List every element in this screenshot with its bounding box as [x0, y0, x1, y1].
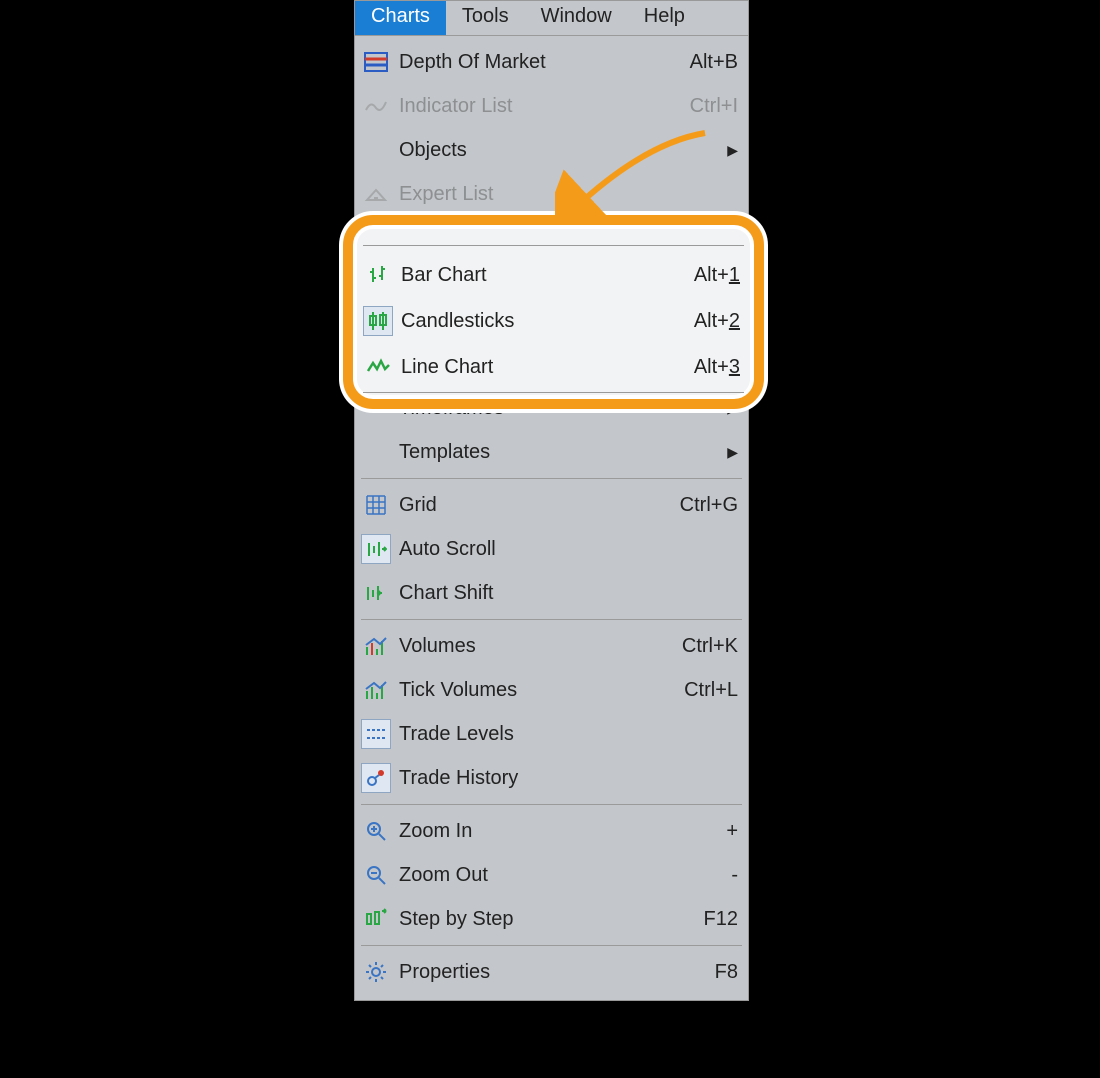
menu-item-label: Volumes	[391, 635, 670, 658]
annotation-highlight-box: Bar Chart Alt+1 Candlesticks Alt+2 Line …	[343, 215, 764, 409]
menu-item-label: Indicator List	[391, 95, 670, 118]
menu-separator	[361, 945, 742, 946]
menu-separator	[361, 804, 742, 805]
menu-item-zoom-out[interactable]: Zoom Out -	[355, 853, 748, 897]
submenu-arrow-icon: ▶	[718, 444, 738, 461]
menu-tab-tools[interactable]: Tools	[446, 1, 525, 35]
menu-tab-window[interactable]: Window	[525, 1, 628, 35]
menu-item-label: Properties	[391, 961, 670, 984]
menu-item-label: Auto Scroll	[391, 538, 670, 561]
menu-item-label: Tick Volumes	[391, 679, 670, 702]
menu-item-templates[interactable]: Templates ▶	[355, 430, 748, 474]
line-chart-icon	[363, 352, 393, 382]
menu-item-label: Depth Of Market	[391, 51, 670, 74]
menu-bar: Charts Tools Window Help	[355, 1, 748, 36]
menu-item-label: Objects	[391, 139, 718, 162]
menu-item-shortcut: Ctrl+K	[670, 635, 738, 658]
menu-item-expert-list: Expert List	[355, 172, 748, 216]
menu-separator	[361, 619, 742, 620]
menu-item-trade-levels[interactable]: Trade Levels	[355, 712, 748, 756]
candlesticks-icon	[363, 306, 393, 336]
menu-item-shortcut: Ctrl+L	[670, 679, 738, 702]
volumes-icon	[361, 631, 391, 661]
gear-icon	[361, 957, 391, 987]
menu-item-label: Chart Shift	[391, 582, 670, 605]
submenu-arrow-icon: ▶	[718, 142, 738, 159]
menu-item-shortcut: Alt+3	[672, 356, 740, 379]
blank-icon	[361, 437, 391, 467]
menu-item-indicator-list: Indicator List Ctrl+I	[355, 84, 748, 128]
zoom-out-icon	[361, 860, 391, 890]
menu-item-shortcut: Ctrl+G	[670, 494, 738, 517]
menu-item-label: Candlesticks	[393, 310, 672, 333]
menu-item-step-by-step[interactable]: Step by Step F12	[355, 897, 748, 941]
expert-list-icon	[361, 179, 391, 209]
menu-item-bar-chart[interactable]: Bar Chart Alt+1	[353, 252, 754, 298]
menu-separator	[361, 478, 742, 479]
trade-history-icon	[361, 763, 391, 793]
menu-separator	[363, 245, 744, 246]
menu-item-zoom-in[interactable]: Zoom In +	[355, 809, 748, 853]
menu-item-candlesticks[interactable]: Candlesticks Alt+2	[353, 298, 754, 344]
menu-item-shortcut: F8	[670, 961, 738, 984]
blank-icon	[361, 135, 391, 165]
zoom-in-icon	[361, 816, 391, 846]
menu-tab-help[interactable]: Help	[628, 1, 701, 35]
menu-item-label: Templates	[391, 441, 718, 464]
menu-separator	[363, 392, 744, 393]
step-by-step-icon	[361, 904, 391, 934]
charts-menu-panel: Charts Tools Window Help Depth Of Market…	[354, 0, 749, 1001]
menu-item-line-chart[interactable]: Line Chart Alt+3	[353, 344, 754, 390]
menu-item-label: Zoom In	[391, 820, 670, 843]
menu-item-shortcut: -	[670, 864, 738, 887]
menu-item-shortcut: Alt+2	[672, 310, 740, 333]
menu-item-shortcut: F12	[670, 908, 738, 931]
chart-shift-icon	[361, 578, 391, 608]
indicator-list-icon	[361, 91, 391, 121]
menu-item-auto-scroll[interactable]: Auto Scroll	[355, 527, 748, 571]
trade-levels-icon	[361, 719, 391, 749]
depth-of-market-icon	[361, 47, 391, 77]
menu-item-label: Bar Chart	[393, 264, 672, 287]
menu-item-properties[interactable]: Properties F8	[355, 950, 748, 994]
menu-item-shortcut: Alt+B	[670, 51, 738, 74]
menu-item-shortcut: Alt+1	[672, 264, 740, 287]
tick-volumes-icon	[361, 675, 391, 705]
menu-item-trade-history[interactable]: Trade History	[355, 756, 748, 800]
menu-item-label: Trade History	[391, 767, 670, 790]
menu-item-label: Zoom Out	[391, 864, 670, 887]
auto-scroll-icon	[361, 534, 391, 564]
menu-item-label: Line Chart	[393, 356, 672, 379]
menu-item-objects[interactable]: Objects ▶	[355, 128, 748, 172]
menu-item-volumes[interactable]: Volumes Ctrl+K	[355, 624, 748, 668]
menu-item-label: Grid	[391, 494, 670, 517]
grid-icon	[361, 490, 391, 520]
menu-item-tick-volumes[interactable]: Tick Volumes Ctrl+L	[355, 668, 748, 712]
menu-item-label: Expert List	[391, 183, 670, 206]
menu-item-label: Trade Levels	[391, 723, 670, 746]
menu-item-chart-shift[interactable]: Chart Shift	[355, 571, 748, 615]
bar-chart-icon	[363, 260, 393, 290]
menu-item-shortcut: +	[670, 820, 738, 843]
charts-dropdown: Depth Of Market Alt+B Indicator List Ctr…	[355, 36, 748, 1000]
menu-item-grid[interactable]: Grid Ctrl+G	[355, 483, 748, 527]
menu-item-shortcut: Ctrl+I	[670, 95, 738, 118]
menu-tab-charts[interactable]: Charts	[355, 1, 446, 35]
menu-item-depth-of-market[interactable]: Depth Of Market Alt+B	[355, 40, 748, 84]
menu-item-label: Step by Step	[391, 908, 670, 931]
